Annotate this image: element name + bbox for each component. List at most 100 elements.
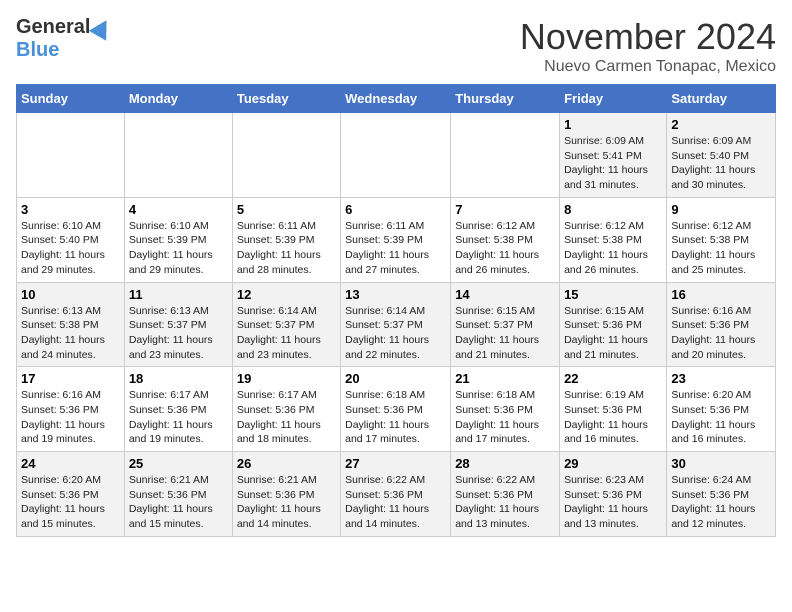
calendar-cell: 16Sunrise: 6:16 AM Sunset: 5:36 PM Dayli… bbox=[667, 282, 776, 367]
calendar-cell: 13 Sunrise: 6:14 AM Sunset: 5:37 PM Dayli… bbox=[341, 282, 451, 367]
day-info: Sunrise: 6:21 AM Sunset: 5:36 PM Dayligh… bbox=[129, 473, 228, 532]
day-info: Sunrise: 6:11 AM Sunset: 5:39 PM Dayligh… bbox=[345, 219, 446, 278]
day-number: 7 bbox=[455, 202, 555, 217]
calendar-cell: 21 Sunrise: 6:18 AM Sunset: 5:36 PM Dayli… bbox=[451, 367, 560, 452]
logo-general-text: General bbox=[16, 16, 90, 39]
day-number: 15 bbox=[564, 287, 662, 302]
calendar-cell: 17Sunrise: 6:16 AM Sunset: 5:36 PM Dayli… bbox=[17, 367, 125, 452]
day-number: 18 bbox=[129, 371, 228, 386]
day-number: 27 bbox=[345, 456, 446, 471]
calendar-cell: 19Sunrise: 6:17 AM Sunset: 5:36 PM Dayli… bbox=[232, 367, 340, 452]
day-info: Sunrise: 6:15 AM Sunset: 5:37 PM Dayligh… bbox=[455, 304, 555, 363]
day-info: Sunrise: 6:14 AM Sunset: 5:37 PM Dayligh… bbox=[345, 304, 446, 363]
day-number: 4 bbox=[129, 202, 228, 217]
day-info: Sunrise: 6:22 AM Sunset: 5:36 PM Dayligh… bbox=[455, 473, 555, 532]
calendar-week-row: 1 Sunrise: 6:09 AM Sunset: 5:41 PM Daylig… bbox=[17, 113, 776, 198]
day-number: 2 bbox=[671, 117, 771, 132]
day-number: 12 bbox=[237, 287, 336, 302]
location-subtitle: Nuevo Carmen Tonapac, Mexico bbox=[520, 58, 776, 76]
day-info: Sunrise: 6:15 AM Sunset: 5:36 PM Dayligh… bbox=[564, 304, 662, 363]
day-number: 28 bbox=[455, 456, 555, 471]
calendar-cell bbox=[232, 113, 340, 198]
day-number: 25 bbox=[129, 456, 228, 471]
calendar-cell: 29 Sunrise: 6:23 AM Sunset: 5:36 PM Dayli… bbox=[560, 452, 667, 537]
calendar-cell: 7 Sunrise: 6:12 AM Sunset: 5:38 PM Daylig… bbox=[451, 197, 560, 282]
calendar-cell: 4 Sunrise: 6:10 AM Sunset: 5:39 PM Daylig… bbox=[124, 197, 232, 282]
calendar-cell: 22 Sunrise: 6:19 AM Sunset: 5:36 PM Dayli… bbox=[560, 367, 667, 452]
day-info: Sunrise: 6:13 AM Sunset: 5:38 PM Dayligh… bbox=[21, 304, 120, 363]
logo-triangle-icon bbox=[89, 15, 115, 41]
day-number: 10 bbox=[21, 287, 120, 302]
calendar-cell: 10 Sunrise: 6:13 AM Sunset: 5:38 PM Dayli… bbox=[17, 282, 125, 367]
day-info: Sunrise: 6:12 AM Sunset: 5:38 PM Dayligh… bbox=[455, 219, 555, 278]
day-number: 9 bbox=[671, 202, 771, 217]
day-number: 8 bbox=[564, 202, 662, 217]
day-number: 1 bbox=[564, 117, 662, 132]
calendar-cell: 9 Sunrise: 6:12 AM Sunset: 5:38 PM Daylig… bbox=[667, 197, 776, 282]
day-info: Sunrise: 6:18 AM Sunset: 5:36 PM Dayligh… bbox=[455, 388, 555, 447]
day-number: 24 bbox=[21, 456, 120, 471]
day-number: 6 bbox=[345, 202, 446, 217]
day-number: 16 bbox=[671, 287, 771, 302]
calendar-cell: 3 Sunrise: 6:10 AM Sunset: 5:40 PM Daylig… bbox=[17, 197, 125, 282]
calendar-cell: 20 Sunrise: 6:18 AM Sunset: 5:36 PM Dayli… bbox=[341, 367, 451, 452]
day-number: 21 bbox=[455, 371, 555, 386]
calendar-cell: 24 Sunrise: 6:20 AM Sunset: 5:36 PM Dayli… bbox=[17, 452, 125, 537]
day-number: 30 bbox=[671, 456, 771, 471]
calendar-cell: 14 Sunrise: 6:15 AM Sunset: 5:37 PM Dayli… bbox=[451, 282, 560, 367]
calendar-cell: 12 Sunrise: 6:14 AM Sunset: 5:37 PM Dayli… bbox=[232, 282, 340, 367]
calendar-cell: 2Sunrise: 6:09 AM Sunset: 5:40 PM Daylig… bbox=[667, 113, 776, 198]
day-number: 22 bbox=[564, 371, 662, 386]
day-info: Sunrise: 6:11 AM Sunset: 5:39 PM Dayligh… bbox=[237, 219, 336, 278]
calendar-cell: 8 Sunrise: 6:12 AM Sunset: 5:38 PM Daylig… bbox=[560, 197, 667, 282]
header-thursday: Thursday bbox=[451, 85, 560, 113]
day-info: Sunrise: 6:24 AM Sunset: 5:36 PM Dayligh… bbox=[671, 473, 771, 532]
day-number: 23 bbox=[671, 371, 771, 386]
day-number: 3 bbox=[21, 202, 120, 217]
calendar-cell bbox=[341, 113, 451, 198]
header-saturday: Saturday bbox=[667, 85, 776, 113]
day-info: Sunrise: 6:10 AM Sunset: 5:39 PM Dayligh… bbox=[129, 219, 228, 278]
calendar-cell bbox=[124, 113, 232, 198]
day-number: 11 bbox=[129, 287, 228, 302]
calendar-cell: 23 Sunrise: 6:20 AM Sunset: 5:36 PM Dayli… bbox=[667, 367, 776, 452]
calendar-week-row: 3 Sunrise: 6:10 AM Sunset: 5:40 PM Daylig… bbox=[17, 197, 776, 282]
calendar-cell: 27Sunrise: 6:22 AM Sunset: 5:36 PM Dayli… bbox=[341, 452, 451, 537]
calendar-cell: 5Sunrise: 6:11 AM Sunset: 5:39 PM Daylig… bbox=[232, 197, 340, 282]
logo-blue-text: Blue bbox=[16, 39, 59, 62]
day-info: Sunrise: 6:21 AM Sunset: 5:36 PM Dayligh… bbox=[237, 473, 336, 532]
header-friday: Friday bbox=[560, 85, 667, 113]
day-info: Sunrise: 6:20 AM Sunset: 5:36 PM Dayligh… bbox=[671, 388, 771, 447]
header-sunday: Sunday bbox=[17, 85, 125, 113]
calendar-cell: 6 Sunrise: 6:11 AM Sunset: 5:39 PM Daylig… bbox=[341, 197, 451, 282]
page-header: General Blue November 2024 Nuevo Carmen … bbox=[16, 16, 776, 76]
calendar-week-row: 17Sunrise: 6:16 AM Sunset: 5:36 PM Dayli… bbox=[17, 367, 776, 452]
day-number: 13 bbox=[345, 287, 446, 302]
day-info: Sunrise: 6:23 AM Sunset: 5:36 PM Dayligh… bbox=[564, 473, 662, 532]
calendar-header-row: SundayMondayTuesdayWednesdayThursdayFrid… bbox=[17, 85, 776, 113]
calendar-cell: 25 Sunrise: 6:21 AM Sunset: 5:36 PM Dayli… bbox=[124, 452, 232, 537]
calendar-week-row: 10 Sunrise: 6:13 AM Sunset: 5:38 PM Dayli… bbox=[17, 282, 776, 367]
day-number: 14 bbox=[455, 287, 555, 302]
calendar-cell: 18 Sunrise: 6:17 AM Sunset: 5:36 PM Dayli… bbox=[124, 367, 232, 452]
calendar-cell: 26 Sunrise: 6:21 AM Sunset: 5:36 PM Dayli… bbox=[232, 452, 340, 537]
day-number: 20 bbox=[345, 371, 446, 386]
day-info: Sunrise: 6:09 AM Sunset: 5:41 PM Dayligh… bbox=[564, 134, 662, 193]
day-number: 17 bbox=[21, 371, 120, 386]
day-info: Sunrise: 6:12 AM Sunset: 5:38 PM Dayligh… bbox=[671, 219, 771, 278]
day-info: Sunrise: 6:10 AM Sunset: 5:40 PM Dayligh… bbox=[21, 219, 120, 278]
day-info: Sunrise: 6:19 AM Sunset: 5:36 PM Dayligh… bbox=[564, 388, 662, 447]
day-info: Sunrise: 6:18 AM Sunset: 5:36 PM Dayligh… bbox=[345, 388, 446, 447]
day-number: 26 bbox=[237, 456, 336, 471]
month-title: November 2024 bbox=[520, 16, 776, 58]
calendar-week-row: 24 Sunrise: 6:20 AM Sunset: 5:36 PM Dayli… bbox=[17, 452, 776, 537]
header-tuesday: Tuesday bbox=[232, 85, 340, 113]
calendar-table: SundayMondayTuesdayWednesdayThursdayFrid… bbox=[16, 84, 776, 537]
day-info: Sunrise: 6:20 AM Sunset: 5:36 PM Dayligh… bbox=[21, 473, 120, 532]
day-info: Sunrise: 6:14 AM Sunset: 5:37 PM Dayligh… bbox=[237, 304, 336, 363]
day-info: Sunrise: 6:17 AM Sunset: 5:36 PM Dayligh… bbox=[237, 388, 336, 447]
day-info: Sunrise: 6:12 AM Sunset: 5:38 PM Dayligh… bbox=[564, 219, 662, 278]
calendar-cell: 28 Sunrise: 6:22 AM Sunset: 5:36 PM Dayli… bbox=[451, 452, 560, 537]
day-info: Sunrise: 6:17 AM Sunset: 5:36 PM Dayligh… bbox=[129, 388, 228, 447]
day-number: 29 bbox=[564, 456, 662, 471]
